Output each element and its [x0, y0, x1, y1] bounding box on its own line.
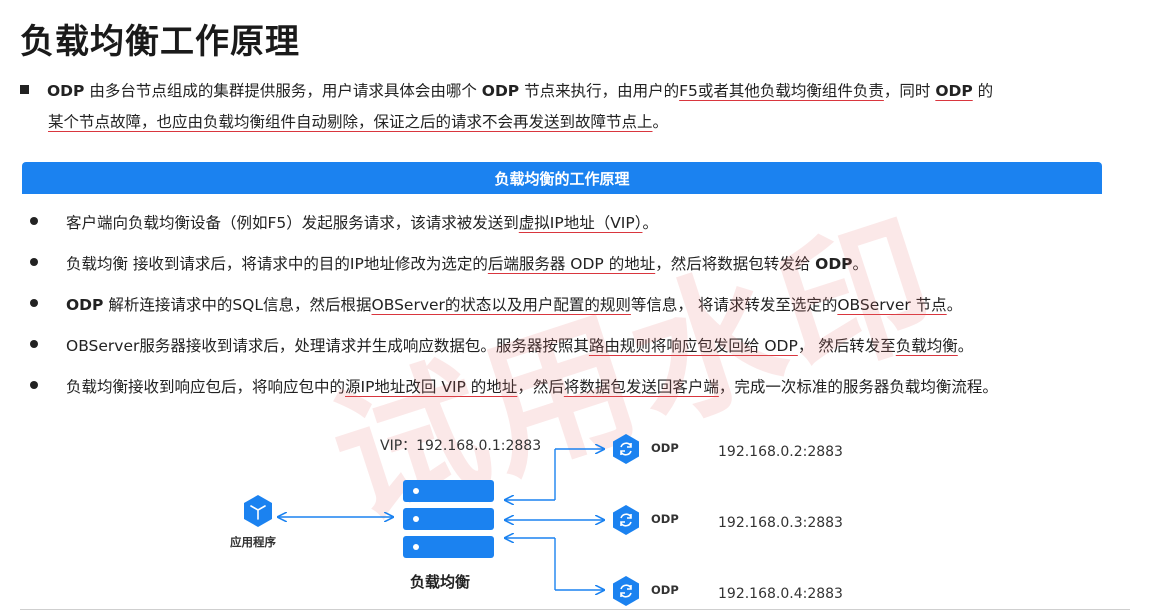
load-balancer-diagram: VIP：192.168.0.1:2883 应用程序 负载均衡 ODP 192.1…: [0, 420, 1150, 615]
bullet-text: OBServer服务器接收到请求后，处理请求并生成响应数据包。服务器按照其: [66, 337, 589, 355]
bullet-text: 负载均衡接收到响应包后，将响应包中的: [66, 378, 346, 396]
bullet-text: 。: [852, 255, 869, 273]
list-item: 负载均衡接收到响应包后，将响应包中的源IP地址改回 VIP 的地址，然后将数据包…: [30, 370, 1130, 411]
list-item: ODP 解析连接请求中的SQL信息，然后根据OBServer的状态以及用户配置的…: [30, 288, 1130, 329]
odp-node-address: 192.168.0.2:2883: [718, 444, 843, 460]
list-item: OBServer服务器接收到请求后，处理请求并生成响应数据包。服务器按照其路由规…: [30, 329, 1130, 370]
intro-text-10: 。: [652, 113, 669, 131]
odp-node-address: 192.168.0.3:2883: [718, 515, 843, 531]
bullet-text: 客户端向负载均衡设备（例如F5）发起服务请求，该请求被发送到: [66, 214, 519, 232]
bullet-highlight: OBServer的状态以及用户配置的规则: [371, 296, 631, 314]
bullet-dot-icon: [30, 258, 38, 266]
cube-icon: [244, 495, 272, 527]
bullet-text: ，然后: [517, 378, 564, 396]
bullet-text: 负载均衡 接收到请求后，将请求中的目的IP地址修改为选定的: [66, 255, 488, 273]
diagram-canvas: [244, 434, 639, 606]
intro-highlight-f5: F5或者其他负载均衡组件负责: [679, 82, 884, 100]
intro-text-8: 的: [972, 82, 994, 100]
bullet-highlight: OBServer 节点: [837, 296, 947, 314]
bullet-highlight: 源IP地址改回 VIP 的地址: [345, 378, 518, 396]
vip-label: VIP：192.168.0.1:2883: [380, 438, 542, 454]
bullet-text: 。: [642, 214, 658, 232]
bottom-divider: [20, 609, 1130, 610]
list-item: 负载均衡 接收到请求后，将请求中的目的IP地址修改为选定的后端服务器 ODP 的…: [30, 247, 1130, 288]
intro-text-2: 由多台节点组成的集群提供服务，用户请求具体会由哪个: [84, 82, 482, 100]
intro-highlight-failure: 某个节点故障，也应由负载均衡组件自动剔除，保证之后的请求不会再发送到故障节点上: [48, 113, 653, 131]
bullet-list: 客户端向负载均衡设备（例如F5）发起服务请求，该请求被发送到虚拟IP地址（VIP…: [30, 206, 1130, 411]
bullet-text: 。: [946, 296, 963, 314]
client-label: 应用程序: [230, 535, 276, 549]
sync-icon: [613, 576, 639, 606]
intro-text-6: ，同时: [883, 82, 936, 100]
odp-node-label: ODP: [651, 583, 679, 597]
bullet-bold: ODP: [815, 255, 853, 273]
square-bullet-icon: [20, 85, 29, 94]
lb-odp-arrows: [505, 449, 604, 590]
odp-node-address: 192.168.0.4:2883: [718, 586, 843, 602]
intro-line-2: 某个节点故障，也应由负载均衡组件自动剔除，保证之后的请求不会再发送到故障节点上。: [20, 107, 1120, 138]
intro-odp-2: ODP: [481, 82, 520, 100]
bullet-dot-icon: [30, 381, 38, 389]
odp-node-label: ODP: [651, 512, 679, 526]
bullet-highlight: 将数据包发送回客户端: [563, 378, 719, 396]
bullet-dot-icon: [30, 217, 38, 225]
intro-odp-1: ODP: [47, 82, 85, 100]
intro-line-1: ODP 由多台节点组成的集群提供服务，用户请求具体会由哪个 ODP 节点来执行，…: [20, 76, 1120, 107]
lb-label: 负载均衡: [410, 573, 471, 591]
bullet-text: 等信息， 将请求转发至选定的: [630, 296, 838, 314]
bullet-text: ， 然后转发至: [797, 337, 896, 355]
bullet-highlight: 后端服务器 ODP 的地址: [487, 255, 656, 273]
intro-text-4: 节点来执行，由用户的: [519, 82, 680, 100]
bullet-text: ，完成一次标准的服务器负载均衡流程。: [718, 378, 998, 396]
page-title: 负载均衡工作原理: [20, 22, 300, 62]
sync-icon: [613, 434, 639, 464]
server-stack-icon: [403, 480, 494, 558]
intro-odp-3: ODP: [935, 82, 973, 100]
section-banner-title: 负载均衡的工作原理: [494, 169, 630, 188]
list-item: 客户端向负载均衡设备（例如F5）发起服务请求，该请求被发送到虚拟IP地址（VIP…: [30, 206, 1130, 247]
odp-node-label: ODP: [651, 441, 679, 455]
sync-icon: [613, 505, 639, 535]
bullet-text: ，然后将数据包转发给: [655, 255, 816, 273]
bullet-dot-icon: [30, 340, 38, 348]
bullet-dot-icon: [30, 299, 38, 307]
bullet-bold: ODP: [66, 296, 104, 314]
section-banner: 负载均衡的工作原理: [22, 162, 1102, 194]
bullet-highlight: 负载均衡: [895, 337, 958, 355]
bullet-highlight: 路由规则将响应包发回给 ODP: [588, 337, 798, 355]
bullet-highlight: 虚拟IP地址（VIP）: [518, 214, 643, 232]
intro-paragraph: ODP 由多台节点组成的集群提供服务，用户请求具体会由哪个 ODP 节点来执行，…: [20, 76, 1120, 138]
bullet-text: 解析连接请求中的SQL信息，然后根据: [103, 296, 372, 314]
bullet-text: 。: [957, 337, 974, 355]
